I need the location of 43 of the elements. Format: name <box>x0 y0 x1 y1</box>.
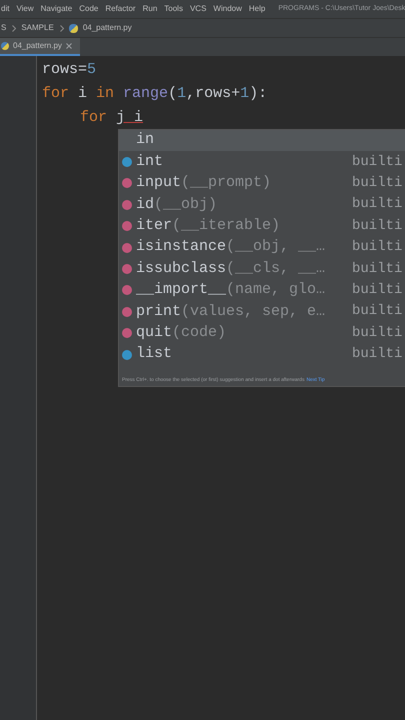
chevron-icon <box>12 24 16 32</box>
completion-item[interactable]: __import__(name, glo… builti <box>119 280 405 302</box>
close-icon[interactable] <box>66 43 72 49</box>
menu-item[interactable]: Code <box>79 3 98 15</box>
class-icon <box>122 157 132 168</box>
completion-item[interactable]: iter(__iterable) builti <box>119 216 405 237</box>
completion-item[interactable]: input(__prompt) builti <box>119 172 405 194</box>
function-icon <box>122 328 132 338</box>
chevron-icon <box>60 24 64 32</box>
code-line: for j i <box>80 109 144 126</box>
breadcrumb[interactable]: SAMPLE <box>21 22 54 34</box>
completion-item[interactable]: quit(code) builti <box>119 322 405 344</box>
menu-item[interactable]: Navigate <box>40 3 72 15</box>
function-icon <box>122 285 132 296</box>
menu-item[interactable]: Run <box>142 3 158 15</box>
menu-item[interactable]: View <box>16 3 34 15</box>
menu-item[interactable]: Refactor <box>105 3 136 15</box>
completion-item[interactable]: int builti <box>119 151 405 173</box>
completion-item[interactable]: id(__obj) builti <box>119 194 405 216</box>
breadcrumb[interactable]: S <box>1 22 6 34</box>
completion-item[interactable]: isinstance(__obj, __… builti <box>119 236 405 258</box>
menu-item[interactable]: Window <box>213 3 242 15</box>
menu-item[interactable]: Tools <box>164 3 183 15</box>
function-icon <box>122 306 132 317</box>
breadcrumb[interactable]: 04_pattern.py <box>82 22 132 34</box>
function-icon <box>122 178 132 188</box>
class-icon <box>122 350 132 360</box>
completion-item[interactable]: in <box>119 130 405 152</box>
code-line: rows=5 <box>42 61 96 78</box>
python-file-icon <box>68 24 78 32</box>
function-icon <box>122 221 132 232</box>
menu-item[interactable]: dit <box>1 3 10 15</box>
function-icon <box>122 264 132 274</box>
completion-item[interactable]: print(values, sep, e… builti <box>119 301 405 323</box>
python-file-icon <box>1 42 9 50</box>
menu-item[interactable]: Help <box>248 3 266 15</box>
function-icon <box>122 242 132 253</box>
editor-tab[interactable]: 04_pattern.py <box>0 38 80 56</box>
function-icon <box>122 200 132 210</box>
code-line: for i in range(1,rows+1): <box>42 85 268 102</box>
completion-item[interactable]: list builti <box>119 344 405 366</box>
menu-item[interactable]: VCS <box>190 3 206 15</box>
completion-item[interactable]: issubclass(__cls, __… builti <box>119 258 405 280</box>
